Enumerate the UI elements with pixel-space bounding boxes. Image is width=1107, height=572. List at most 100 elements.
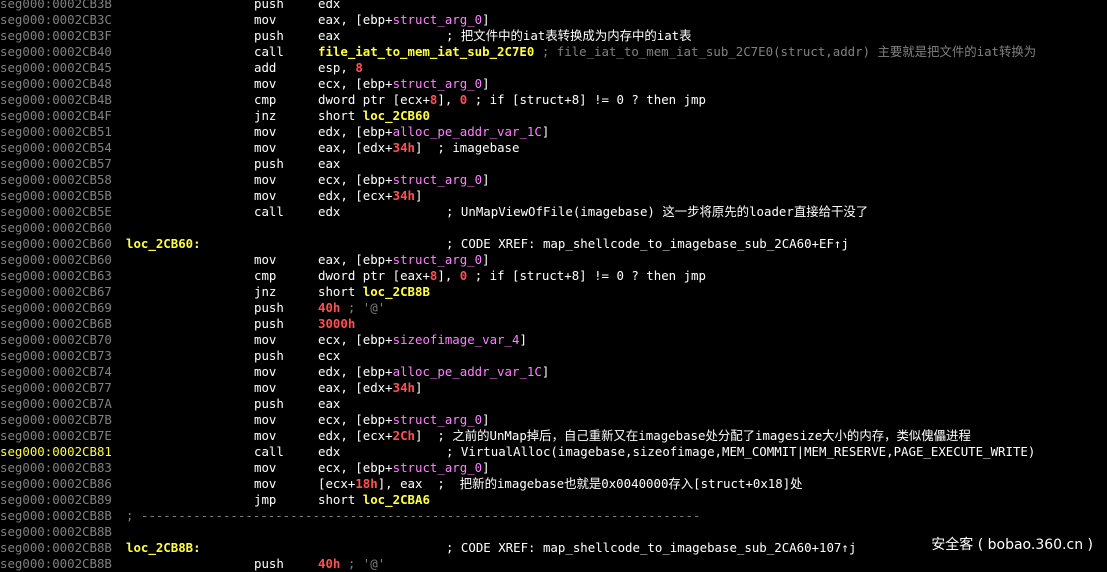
mnemonic[interactable]: mov: [254, 476, 276, 492]
mnemonic[interactable]: push: [254, 28, 284, 44]
address[interactable]: seg000:0002CB8B: [0, 524, 112, 540]
mnemonic[interactable]: mov: [254, 364, 276, 380]
listing-line[interactable]: seg000:0002CB60 loc_2CB60: ; CODE XREF: ma…: [0, 236, 1107, 252]
address[interactable]: seg000:0002CB48: [0, 76, 112, 92]
address[interactable]: seg000:0002CB83: [0, 460, 112, 476]
address[interactable]: seg000:0002CB8B: [0, 540, 112, 556]
mnemonic[interactable]: mov: [254, 140, 276, 156]
address[interactable]: seg000:0002CB70: [0, 332, 112, 348]
listing-line[interactable]: seg000:0002CB40 call file_iat_to_mem_iat_s…: [0, 44, 1107, 60]
operands[interactable]: eax: [318, 28, 340, 44]
operands[interactable]: edx, [ecx+34h]: [318, 188, 422, 204]
operand-symbol[interactable]: loc_2CB8B: [363, 284, 430, 299]
mnemonic[interactable]: mov: [254, 460, 276, 476]
mnemonic[interactable]: cmp: [254, 92, 276, 108]
listing-line[interactable]: seg000:0002CB63 cmp dword ptr [eax+8], 0 ;…: [0, 268, 1107, 284]
address[interactable]: seg000:0002CB3B: [0, 0, 112, 12]
operands[interactable]: ecx, [ebp+sizeofimage_var_4]: [318, 332, 527, 348]
operands[interactable]: [ecx+18h], eax ; 把新的imagebase也就是0x004000…: [318, 476, 803, 492]
operand-name[interactable]: struct_arg_0: [393, 412, 483, 427]
listing-line[interactable]: seg000:0002CB74 mov edx, [ebp+alloc_pe_add…: [0, 364, 1107, 380]
address[interactable]: seg000:0002CB86: [0, 476, 112, 492]
address[interactable]: seg000:0002CB7A: [0, 396, 112, 412]
operands[interactable]: 40h ; '@': [318, 300, 385, 316]
address[interactable]: seg000:0002CB3C: [0, 12, 112, 28]
operand-name[interactable]: sizeofimage_var_4: [393, 332, 520, 347]
operands[interactable]: dword ptr [eax+8], 0 ; if [struct+8] != …: [318, 268, 706, 284]
operand-name[interactable]: alloc_pe_addr_var_1C: [393, 364, 542, 379]
operand-symbol[interactable]: loc_2CBA6: [363, 492, 430, 507]
mnemonic[interactable]: push: [254, 0, 284, 12]
listing-line[interactable]: seg000:0002CB60: [0, 220, 1107, 236]
address[interactable]: seg000:0002CB6B: [0, 316, 112, 332]
mnemonic[interactable]: mov: [254, 172, 276, 188]
address[interactable]: seg000:0002CB58: [0, 172, 112, 188]
address[interactable]: seg000:0002CB60: [0, 220, 112, 236]
address[interactable]: seg000:0002CB4B: [0, 92, 112, 108]
mnemonic[interactable]: push: [254, 348, 284, 364]
listing-line[interactable]: seg000:0002CB51 mov edx, [ebp+alloc_pe_add…: [0, 124, 1107, 140]
listing-line[interactable]: seg000:0002CB70 mov ecx, [ebp+sizeofimage_…: [0, 332, 1107, 348]
address[interactable]: seg000:0002CB60: [0, 252, 112, 268]
mnemonic[interactable]: push: [254, 300, 284, 316]
operands[interactable]: ecx: [318, 348, 340, 364]
mnemonic[interactable]: push: [254, 396, 284, 412]
mnemonic[interactable]: jnz: [254, 108, 276, 124]
listing-line[interactable]: seg000:0002CB89 jmp short loc_2CBA6: [0, 492, 1107, 508]
address[interactable]: seg000:0002CB7B: [0, 412, 112, 428]
mnemonic[interactable]: mov: [254, 76, 276, 92]
operand-name[interactable]: struct_arg_0: [393, 12, 483, 27]
operand-symbol[interactable]: loc_2CB60: [363, 108, 430, 123]
mnemonic[interactable]: mov: [254, 124, 276, 140]
mnemonic[interactable]: call: [254, 444, 284, 460]
operand-name[interactable]: alloc_pe_addr_var_1C: [393, 124, 542, 139]
mnemonic[interactable]: mov: [254, 188, 276, 204]
operands[interactable]: edx: [318, 444, 340, 460]
listing-line[interactable]: seg000:0002CB45 add esp, 8: [0, 60, 1107, 76]
xref-comment[interactable]: ; CODE XREF: map_shellcode_to_imagebase_…: [446, 236, 849, 252]
mnemonic[interactable]: jmp: [254, 492, 276, 508]
operands[interactable]: ecx, [ebp+struct_arg_0]: [318, 172, 490, 188]
listing-line[interactable]: seg000:0002CB5B mov edx, [ecx+34h]: [0, 188, 1107, 204]
operands[interactable]: eax, [edx+34h]: [318, 380, 422, 396]
listing-line[interactable]: seg000:0002CB7B mov ecx, [ebp+struct_arg_0…: [0, 412, 1107, 428]
listing-line[interactable]: seg000:0002CB73 push ecx: [0, 348, 1107, 364]
listing-line[interactable]: seg000:0002CB3B push edx: [0, 0, 1107, 12]
operand-name[interactable]: struct_arg_0: [393, 172, 483, 187]
operands[interactable]: edx, [ecx+2Ch] ; 之前的UnMap掉后，自己重新又在imageb…: [318, 428, 971, 444]
operand-symbol[interactable]: file_iat_to_mem_iat_sub_2C7E0: [318, 44, 534, 59]
listing-line[interactable]: seg000:0002CB4B cmp dword ptr [ecx+8], 0 ;…: [0, 92, 1107, 108]
operands[interactable]: eax, [edx+34h] ; imagebase: [318, 140, 519, 156]
mnemonic[interactable]: mov: [254, 428, 276, 444]
mnemonic[interactable]: push: [254, 556, 284, 572]
current-address[interactable]: seg000:0002CB81: [0, 444, 112, 460]
mnemonic[interactable]: jnz: [254, 284, 276, 300]
operands[interactable]: dword ptr [ecx+8], 0 ; if [struct+8] != …: [318, 92, 706, 108]
mnemonic[interactable]: mov: [254, 380, 276, 396]
address[interactable]: seg000:0002CB73: [0, 348, 112, 364]
mnemonic[interactable]: add: [254, 60, 276, 76]
listing-line[interactable]: seg000:0002CB6B push 3000h: [0, 316, 1107, 332]
listing-line[interactable]: seg000:0002CB8B push 40h ; '@': [0, 556, 1107, 572]
listing-line[interactable]: seg000:0002CB60 mov eax, [ebp+struct_arg_0…: [0, 252, 1107, 268]
code-label[interactable]: loc_2CB60:: [126, 236, 201, 252]
operands[interactable]: eax: [318, 156, 340, 172]
address[interactable]: seg000:0002CB74: [0, 364, 112, 380]
operands[interactable]: eax, [ebp+struct_arg_0]: [318, 252, 490, 268]
listing-line[interactable]: seg000:0002CB69 push 40h ; '@': [0, 300, 1107, 316]
address[interactable]: seg000:0002CB51: [0, 124, 112, 140]
operands[interactable]: short loc_2CBA6: [318, 492, 430, 508]
address[interactable]: seg000:0002CB8B: [0, 556, 112, 572]
operands[interactable]: short loc_2CB8B: [318, 284, 430, 300]
address[interactable]: seg000:0002CB45: [0, 60, 112, 76]
address[interactable]: seg000:0002CB77: [0, 380, 112, 396]
listing-line[interactable]: seg000:0002CB58 mov ecx, [ebp+struct_arg_0…: [0, 172, 1107, 188]
listing-line[interactable]: seg000:0002CB4F jnz short loc_2CB60: [0, 108, 1107, 124]
address[interactable]: seg000:0002CB40: [0, 44, 112, 60]
operands[interactable]: 40h ; '@': [318, 556, 385, 572]
listing-line[interactable]: seg000:0002CB5E call edx ; UnMapViewOfFile(…: [0, 204, 1107, 220]
address[interactable]: seg000:0002CB5E: [0, 204, 112, 220]
operand-name[interactable]: struct_arg_0: [393, 252, 483, 267]
operands[interactable]: ecx, [ebp+struct_arg_0]: [318, 76, 490, 92]
operands[interactable]: ecx, [ebp+struct_arg_0]: [318, 460, 490, 476]
